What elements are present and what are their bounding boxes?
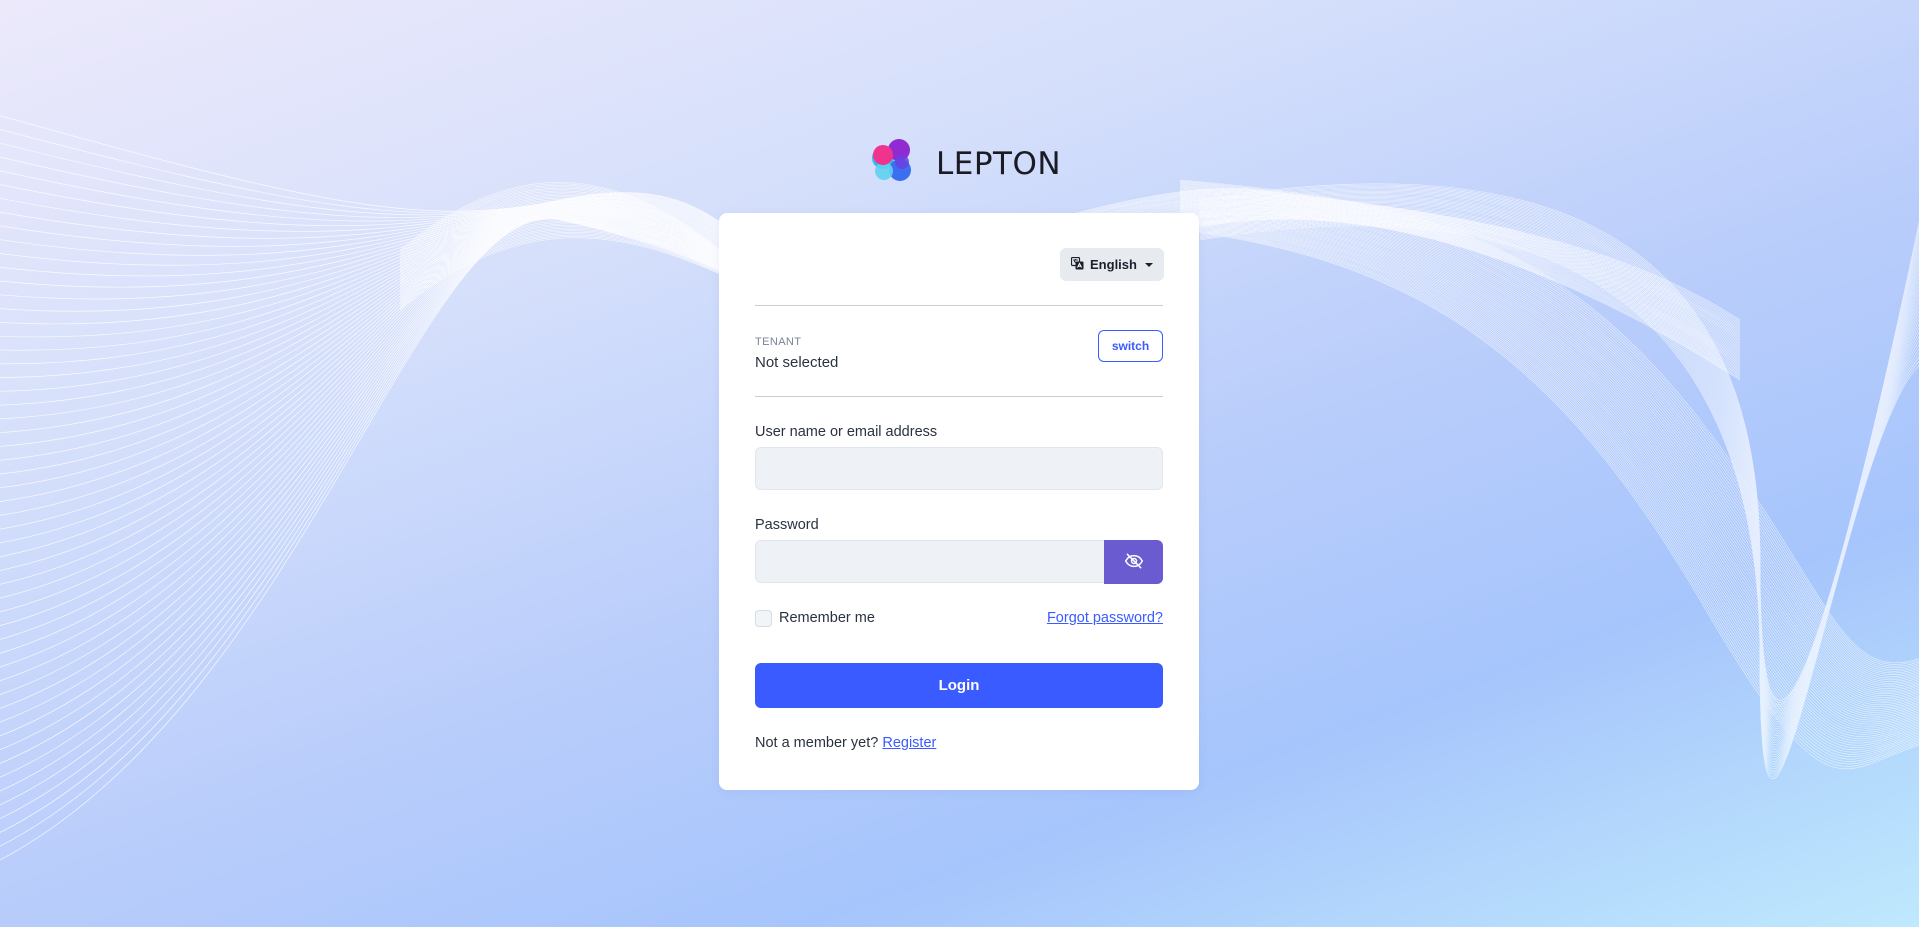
username-input[interactable] (755, 447, 1163, 490)
show-password-button[interactable] (1104, 540, 1163, 584)
tenant-label: TENANT (755, 336, 802, 348)
remember-me-label[interactable]: Remember me (779, 610, 875, 626)
lepton-logo-icon (870, 138, 922, 190)
divider (755, 305, 1163, 306)
login-card: English TENANT Not selected switch User … (719, 213, 1199, 790)
eye-slash-icon (1124, 551, 1144, 574)
brand-name: LEPTON (936, 146, 1062, 182)
password-input[interactable] (755, 540, 1105, 583)
switch-tenant-button[interactable]: switch (1098, 330, 1163, 362)
tenant-value: Not selected (755, 354, 839, 371)
register-link[interactable]: Register (882, 735, 936, 751)
forgot-password-link[interactable]: Forgot password? (1047, 610, 1163, 626)
language-dropdown[interactable]: English (1060, 248, 1164, 281)
username-label: User name or email address (755, 424, 938, 440)
register-prompt-text: Not a member yet? (755, 735, 879, 751)
brand-logo: LEPTON (870, 136, 1061, 192)
remember-me-checkbox[interactable] (755, 610, 772, 627)
divider (755, 396, 1163, 397)
register-prompt: Not a member yet? Register (755, 735, 936, 751)
translate-icon (1070, 256, 1084, 273)
login-button[interactable]: Login (755, 663, 1163, 708)
language-label: English (1090, 257, 1137, 272)
caret-down-icon (1144, 262, 1153, 267)
password-label: Password (755, 517, 819, 533)
